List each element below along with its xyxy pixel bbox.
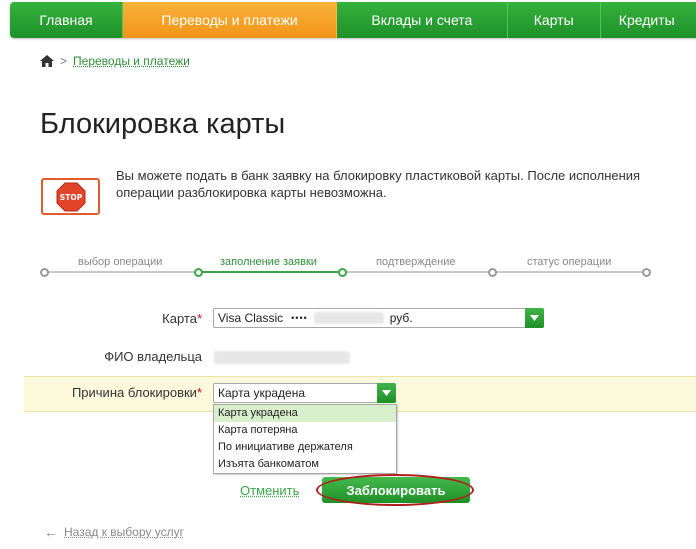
info-text: Вы можете подать в банк заявку на блокир…	[116, 167, 676, 201]
arrow-left-icon: ←	[44, 524, 58, 540]
stop-sign-frame: STOP	[41, 178, 100, 215]
step-label-fill: заполнение заявки	[220, 256, 317, 268]
reason-select-value: Карта украдена	[218, 386, 305, 400]
chevron-down-icon[interactable]	[525, 308, 544, 328]
step-dot-3	[338, 268, 347, 277]
reason-dropdown-list: Карта украдена Карта потеряна По инициат…	[213, 404, 397, 474]
reason-option[interactable]: Изъята банкоматом	[214, 456, 396, 473]
step-label-select: выбор операции	[78, 256, 162, 268]
card-label: Карта*	[162, 311, 202, 326]
highlight-ellipse	[316, 474, 474, 506]
back-link[interactable]: Назад к выбору услуг	[64, 525, 184, 539]
reason-select[interactable]: Карта украдена	[213, 383, 396, 403]
breadcrumb: > Переводы и платежи	[40, 54, 190, 68]
breadcrumb-separator: >	[60, 54, 67, 68]
nav-item-deposits[interactable]: Вклады и счета	[337, 2, 508, 38]
reason-option[interactable]: По инициативе держателя	[214, 439, 396, 456]
cancel-link[interactable]: Отменить	[240, 483, 299, 498]
owner-name-redacted	[214, 351, 350, 364]
card-number-redacted	[314, 312, 384, 324]
stop-sign-label: STOP	[59, 193, 82, 202]
breadcrumb-link-transfers[interactable]: Переводы и платежи	[73, 54, 190, 68]
step-dot-4	[488, 268, 497, 277]
card-select-name: Visa Classic	[218, 311, 283, 325]
required-mark: *	[197, 311, 202, 326]
step-dot-5	[642, 268, 651, 277]
step-line-1	[44, 271, 199, 273]
main-nav: Главная Переводы и платежи Вклады и счет…	[10, 2, 696, 38]
step-dot-2	[194, 268, 203, 277]
nav-item-credits[interactable]: Кредиты	[601, 2, 696, 38]
nav-item-transfers[interactable]: Переводы и платежи	[123, 2, 337, 38]
step-label-status: статус операции	[527, 256, 611, 268]
step-label-confirm: подтверждение	[376, 256, 455, 268]
back-to-services: ← Назад к выбору услуг	[44, 524, 184, 540]
chevron-down-icon[interactable]	[377, 383, 396, 403]
reason-option[interactable]: Карта украдена	[214, 405, 396, 422]
page-title: Блокировка карты	[40, 108, 285, 141]
home-icon[interactable]	[40, 55, 54, 67]
card-select-currency: руб.	[390, 311, 413, 325]
card-select-dots: ••••	[291, 313, 308, 323]
stop-sign-icon: STOP	[56, 182, 86, 212]
nav-item-cards[interactable]: Карты	[508, 2, 601, 38]
reason-label: Причина блокировки*	[72, 385, 202, 400]
reason-option[interactable]: Карта потеряна	[214, 422, 396, 439]
step-dot-1	[40, 268, 49, 277]
owner-label: ФИО владельца	[104, 349, 202, 364]
nav-item-home[interactable]: Главная	[10, 2, 123, 38]
required-mark: *	[197, 385, 202, 400]
card-select[interactable]: Visa Classic •••• руб.	[213, 308, 544, 328]
step-line-2	[199, 271, 342, 273]
